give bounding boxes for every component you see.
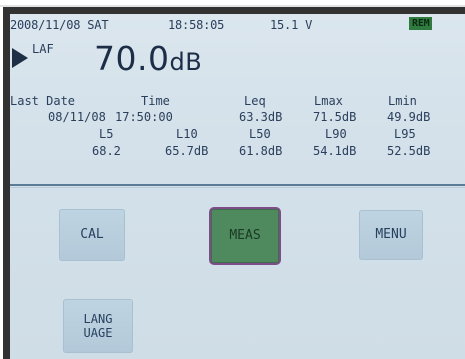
- lcd-screen: 2008/11/08 SAT 18:58:05 15.1 V REM LAF 7…: [10, 14, 465, 359]
- level-display: LAF 70.0dB: [10, 39, 465, 88]
- value-l10: 65.7dB: [165, 144, 209, 158]
- device-bezel: 2008/11/08 SAT 18:58:05 15.1 V REM LAF 7…: [3, 7, 465, 359]
- label-l10: L10: [176, 127, 198, 141]
- language-button[interactable]: LANG UAGE: [63, 299, 133, 353]
- value-l50: 61.8dB: [239, 144, 283, 158]
- divider-highlight: [10, 187, 465, 188]
- cal-button[interactable]: CAL: [59, 209, 125, 261]
- level-value: 70.0dB: [94, 39, 202, 78]
- language-line-2: UAGE: [83, 326, 113, 340]
- status-voltage: 15.1 V: [270, 18, 313, 32]
- value-l90: 54.1dB: [313, 144, 357, 158]
- label-l5: L5: [99, 127, 114, 141]
- weighting-label: LAF: [32, 42, 54, 56]
- header-lmax: Lmax: [314, 94, 343, 108]
- rem-badge: REM: [409, 17, 433, 30]
- play-icon: [12, 48, 28, 68]
- language-line-1: LANG: [83, 312, 113, 326]
- header-last-date: Last Date: [10, 94, 76, 108]
- status-date: 2008/11/08 SAT: [10, 18, 109, 32]
- status-bar: 2008/11/08 SAT 18:58:05 15.1 V REM: [10, 17, 465, 34]
- header-leq: Leq: [244, 94, 266, 108]
- language-button-label: LANG UAGE: [84, 312, 113, 340]
- value-leq: 63.3dB: [239, 110, 283, 124]
- label-l90: L90: [325, 127, 347, 141]
- level-unit: dB: [169, 48, 203, 76]
- value-last-date: 08/11/08: [48, 110, 106, 124]
- menu-button[interactable]: MENU: [359, 210, 423, 260]
- divider-line: [10, 184, 465, 186]
- label-l95: L95: [394, 127, 416, 141]
- measurement-table: Last Date Time Leq Lmax Lmin 08/11/08 17…: [10, 94, 465, 174]
- status-time: 18:58:05: [168, 18, 225, 32]
- value-time: 17:50:00: [115, 110, 173, 124]
- meas-button[interactable]: MEAS: [211, 209, 279, 263]
- level-number: 70.0: [94, 39, 170, 78]
- value-lmax: 71.5dB: [313, 110, 357, 124]
- header-time: Time: [141, 94, 170, 108]
- header-lmin: Lmin: [388, 94, 417, 108]
- value-l5: 68.2: [92, 144, 121, 158]
- value-lmin: 49.9dB: [387, 110, 431, 124]
- value-l95: 52.5dB: [387, 144, 431, 158]
- label-l50: L50: [249, 127, 271, 141]
